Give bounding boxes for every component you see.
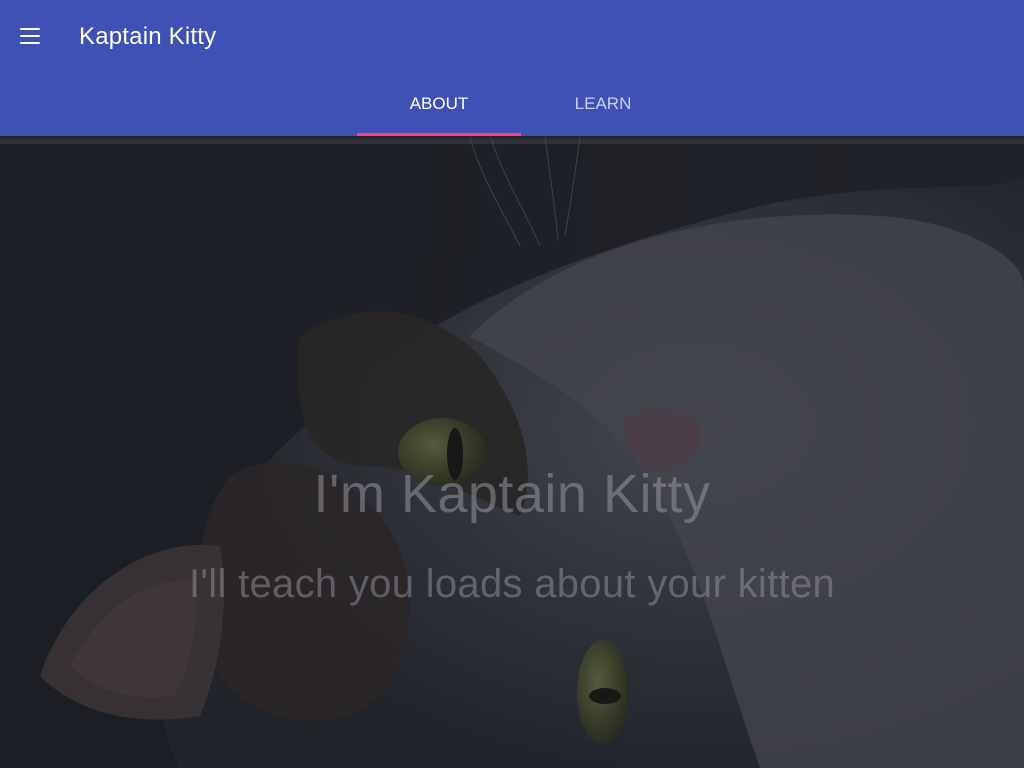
menu-button[interactable] [10, 16, 50, 56]
tab-active-indicator [357, 133, 521, 136]
hero-subtitle: I'll teach you loads about your kitten [188, 562, 836, 606]
hero-text-block: I'm Kaptain Kitty I'll teach you loads a… [0, 136, 1024, 768]
tab-bar: ABOUT LEARN [357, 72, 685, 136]
tab-learn-label: LEARN [574, 94, 632, 113]
tab-learn[interactable]: LEARN [521, 72, 685, 136]
menu-icon [20, 28, 40, 44]
app-title: Kaptain Kitty [79, 23, 217, 50]
hero-title: I'm Kaptain Kitty [313, 464, 711, 524]
tab-about[interactable]: ABOUT [357, 72, 521, 136]
tab-about-label: ABOUT [409, 94, 469, 113]
app-bar: Kaptain Kitty ABOUT LEARN [0, 0, 1024, 136]
